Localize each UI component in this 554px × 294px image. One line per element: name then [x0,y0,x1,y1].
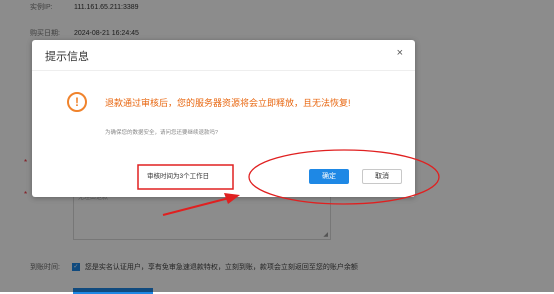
dialog-title: 提示信息 [45,51,89,63]
confirm-dialog: 提示信息 × ! 退款通过审核后，您的服务器资源将会立即释放，且无法恢复! 为确… [32,40,415,197]
dialog-divider [32,70,415,71]
review-time-note: 审核时间为3个工作日 [147,173,210,180]
dialog-sub-message: 为确保您的数据安全，请问您还要继续退款吗? [105,130,219,136]
cancel-button[interactable]: 取消 [362,169,402,184]
confirm-button[interactable]: 确定 [309,169,349,184]
dialog-message: 退款通过审核后，您的服务器资源将会立即释放，且无法恢复! [105,98,351,108]
close-icon[interactable]: × [397,47,403,59]
warning-icon: ! [67,92,87,112]
